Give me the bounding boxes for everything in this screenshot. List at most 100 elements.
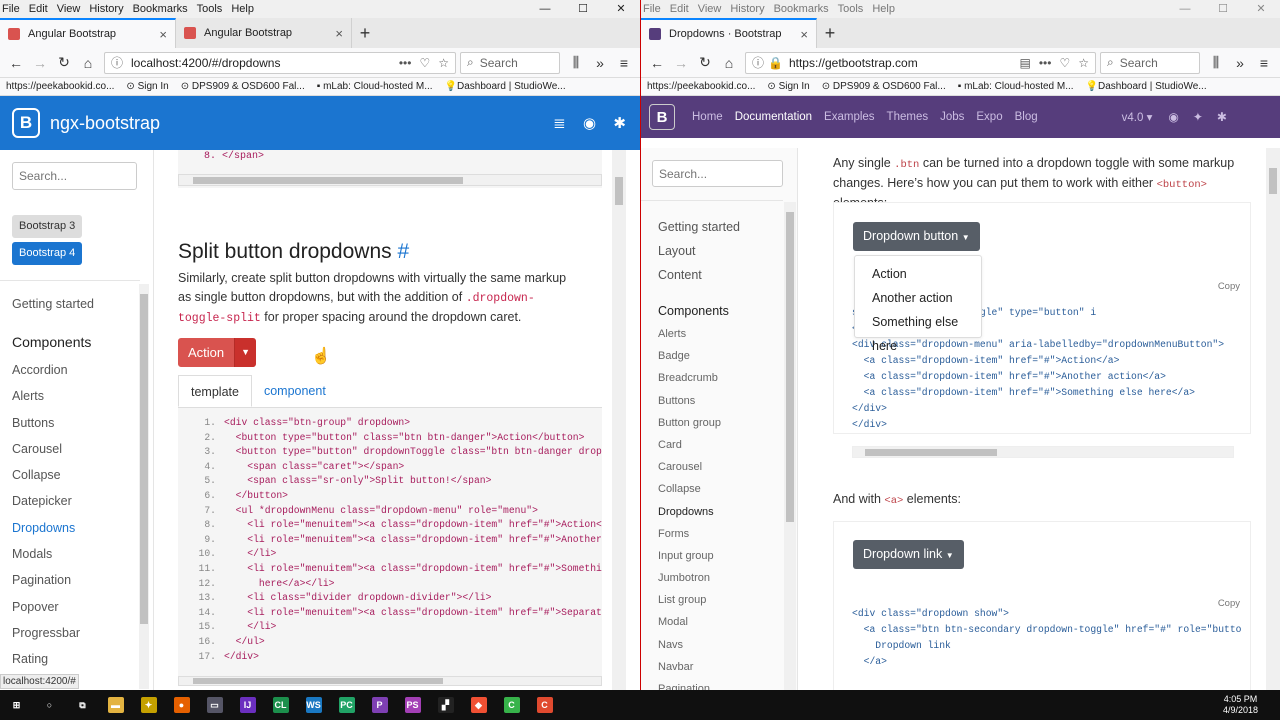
nav-modals[interactable]: Modals (12, 541, 140, 567)
docs-nav-item[interactable]: Navbar (658, 656, 783, 678)
bookmark-item[interactable]: https://peekabookid.co... (6, 81, 114, 92)
clion-taskbar-icon[interactable]: CL (264, 690, 297, 720)
app-purple-taskbar-icon[interactable]: P (363, 690, 396, 720)
new-tab-button[interactable]: + (352, 18, 378, 48)
app-disk-taskbar-icon[interactable]: ▭ (198, 690, 231, 720)
page-actions-icon[interactable]: ••• (1039, 56, 1052, 70)
app-green-taskbar-icon[interactable]: C (495, 690, 528, 720)
github-icon[interactable]: ◉ (583, 115, 596, 132)
pocket-icon[interactable]: ♡ (1059, 56, 1070, 70)
nav-themes[interactable]: Themes (887, 111, 929, 123)
close-window-button[interactable]: ✕ (1242, 0, 1280, 18)
app-clapper-taskbar-icon[interactable]: ▞ (429, 690, 462, 720)
docs-nav-item[interactable]: Navs (658, 634, 783, 656)
nav-getting-started[interactable]: Getting started (12, 291, 140, 321)
docs-nav-item[interactable]: Buttons (658, 390, 783, 412)
nav-popover[interactable]: Popover (12, 594, 140, 620)
windows-taskbar-icon[interactable]: ⊞ (0, 690, 33, 720)
back-icon[interactable]: ← (645, 55, 669, 71)
menu-help[interactable]: Help (231, 3, 254, 15)
menu-file[interactable]: File (2, 3, 20, 15)
nav-examples[interactable]: Examples (824, 111, 875, 123)
phpstorm-taskbar-icon[interactable]: PS (396, 690, 429, 720)
nav-content[interactable]: Content (658, 263, 783, 287)
maximize-button[interactable]: ☐ (564, 0, 602, 18)
code-horizontal-scrollbar[interactable] (852, 446, 1234, 458)
docs-nav-item[interactable]: Collapse (658, 478, 783, 500)
nav-jobs[interactable]: Jobs (940, 111, 964, 123)
bookmark-item[interactable]: 💡Dashboard | StudioWe... (1086, 81, 1207, 92)
nav-datepicker[interactable]: Datepicker (12, 488, 140, 514)
browser-tab-1[interactable]: Angular Bootstrap × (0, 18, 176, 48)
intellij-taskbar-icon[interactable]: IJ (231, 690, 264, 720)
docs-nav-item[interactable]: Card (658, 434, 783, 456)
dropdown-item-something-else[interactable]: Something else here (855, 310, 981, 353)
dropdown-link-button[interactable]: Dropdown link ▼ (853, 540, 964, 569)
nav-carousel[interactable]: Carousel (12, 436, 140, 462)
bootstrap-3-button[interactable]: Bootstrap 3 (12, 215, 83, 238)
search-input[interactable]: ⌕ Search (1100, 51, 1200, 74)
docs-nav-item[interactable]: Jumbotron (658, 567, 783, 589)
nav-dropdowns[interactable]: Dropdowns (12, 515, 140, 541)
heading-anchor-link[interactable]: # (397, 240, 409, 263)
nav-rating[interactable]: Rating (12, 646, 140, 672)
bookmark-item[interactable]: 💡Dashboard | StudioWe... (445, 81, 566, 92)
bootstrap-logo-icon[interactable]: B (649, 104, 675, 130)
nav-progressbar[interactable]: Progressbar (12, 620, 140, 646)
reload-icon[interactable]: ↻ (693, 54, 717, 71)
docs-nav-item[interactable]: Modal (658, 611, 783, 633)
app-yellow-taskbar-icon[interactable]: ✦ (132, 690, 165, 720)
nav-alerts[interactable]: Alerts (12, 383, 140, 409)
bookmark-item[interactable]: ▪ mLab: Cloud-hosted M... (317, 81, 433, 92)
docs-nav-item[interactable]: Breadcrumb (658, 367, 783, 389)
minimize-button[interactable]: — (526, 0, 564, 18)
info-icon[interactable]: ⓘ (111, 54, 123, 71)
overflow-icon[interactable]: » (588, 55, 612, 71)
page-actions-icon[interactable]: ••• (399, 56, 412, 70)
nav-getting-started[interactable]: Getting started (658, 215, 783, 239)
bookmark-item[interactable]: ⊙ DPS909 & OSD600 Fal... (181, 81, 305, 92)
library-icon[interactable]: ⫼ (1204, 54, 1228, 71)
close-tab-icon[interactable]: × (159, 27, 167, 42)
cortana-taskbar-icon[interactable]: ○ (33, 690, 66, 720)
browser-tab[interactable]: Dropdowns · Bootstrap × (641, 18, 817, 48)
tab-template[interactable]: template (178, 375, 252, 407)
hamburger-menu-icon[interactable]: ≡ (612, 55, 636, 71)
docs-nav-item[interactable]: Button group (658, 412, 783, 434)
copy-button[interactable]: Copy (1218, 281, 1240, 292)
forward-icon[interactable]: → (669, 55, 693, 71)
caret-down-icon[interactable]: ▼ (234, 338, 257, 367)
docs-nav-item[interactable]: List group (658, 589, 783, 611)
address-bar[interactable]: ⓘ localhost:4200/#/dropdowns ••• ♡ ☆ (104, 51, 456, 74)
maximize-button[interactable]: ☐ (1204, 0, 1242, 18)
bookmark-item[interactable]: ⊙ DPS909 & OSD600 Fal... (822, 81, 946, 92)
menu-view[interactable]: View (57, 3, 81, 15)
menu-tools[interactable]: Tools (197, 3, 223, 15)
firefox-taskbar-icon[interactable]: ● (165, 690, 198, 720)
bookmark-item[interactable]: ⊙ Sign In (767, 81, 809, 92)
menu-tools[interactable]: Tools (838, 3, 864, 15)
stackoverflow-icon[interactable]: ≣ (553, 115, 566, 132)
docs-nav-item[interactable]: Pagination (658, 678, 783, 690)
menu-help[interactable]: Help (872, 3, 895, 15)
webstorm-taskbar-icon[interactable]: WS (297, 690, 330, 720)
docs-nav-item[interactable]: Input group (658, 545, 783, 567)
tab-component[interactable]: component (252, 375, 338, 407)
nav-blog[interactable]: Blog (1015, 111, 1038, 123)
app-title[interactable]: ngx-bootstrap (50, 113, 553, 134)
menu-bookmarks[interactable]: Bookmarks (774, 3, 829, 15)
menu-file[interactable]: File (643, 3, 661, 15)
git-taskbar-icon[interactable]: ◆ (462, 690, 495, 720)
app-red-taskbar-icon[interactable]: C (528, 690, 561, 720)
address-bar[interactable]: ⓘ 🔒 https://getbootstrap.com ▤ ••• ♡ ☆ (745, 51, 1096, 74)
nav-collapse[interactable]: Collapse (12, 462, 140, 488)
file-explorer-taskbar-icon[interactable]: ▬ (99, 690, 132, 720)
docs-nav-item[interactable]: Forms (658, 523, 783, 545)
nav-layout[interactable]: Layout (658, 239, 783, 263)
nav-components-heading[interactable]: Components (658, 299, 783, 323)
nav-expo[interactable]: Expo (976, 111, 1002, 123)
docs-nav-item[interactable]: Dropdowns (658, 501, 783, 523)
twitter-icon[interactable]: ✦ (1193, 110, 1203, 124)
nav-documentation[interactable]: Documentation (735, 111, 812, 123)
bookmark-item[interactable]: ▪ mLab: Cloud-hosted M... (958, 81, 1074, 92)
